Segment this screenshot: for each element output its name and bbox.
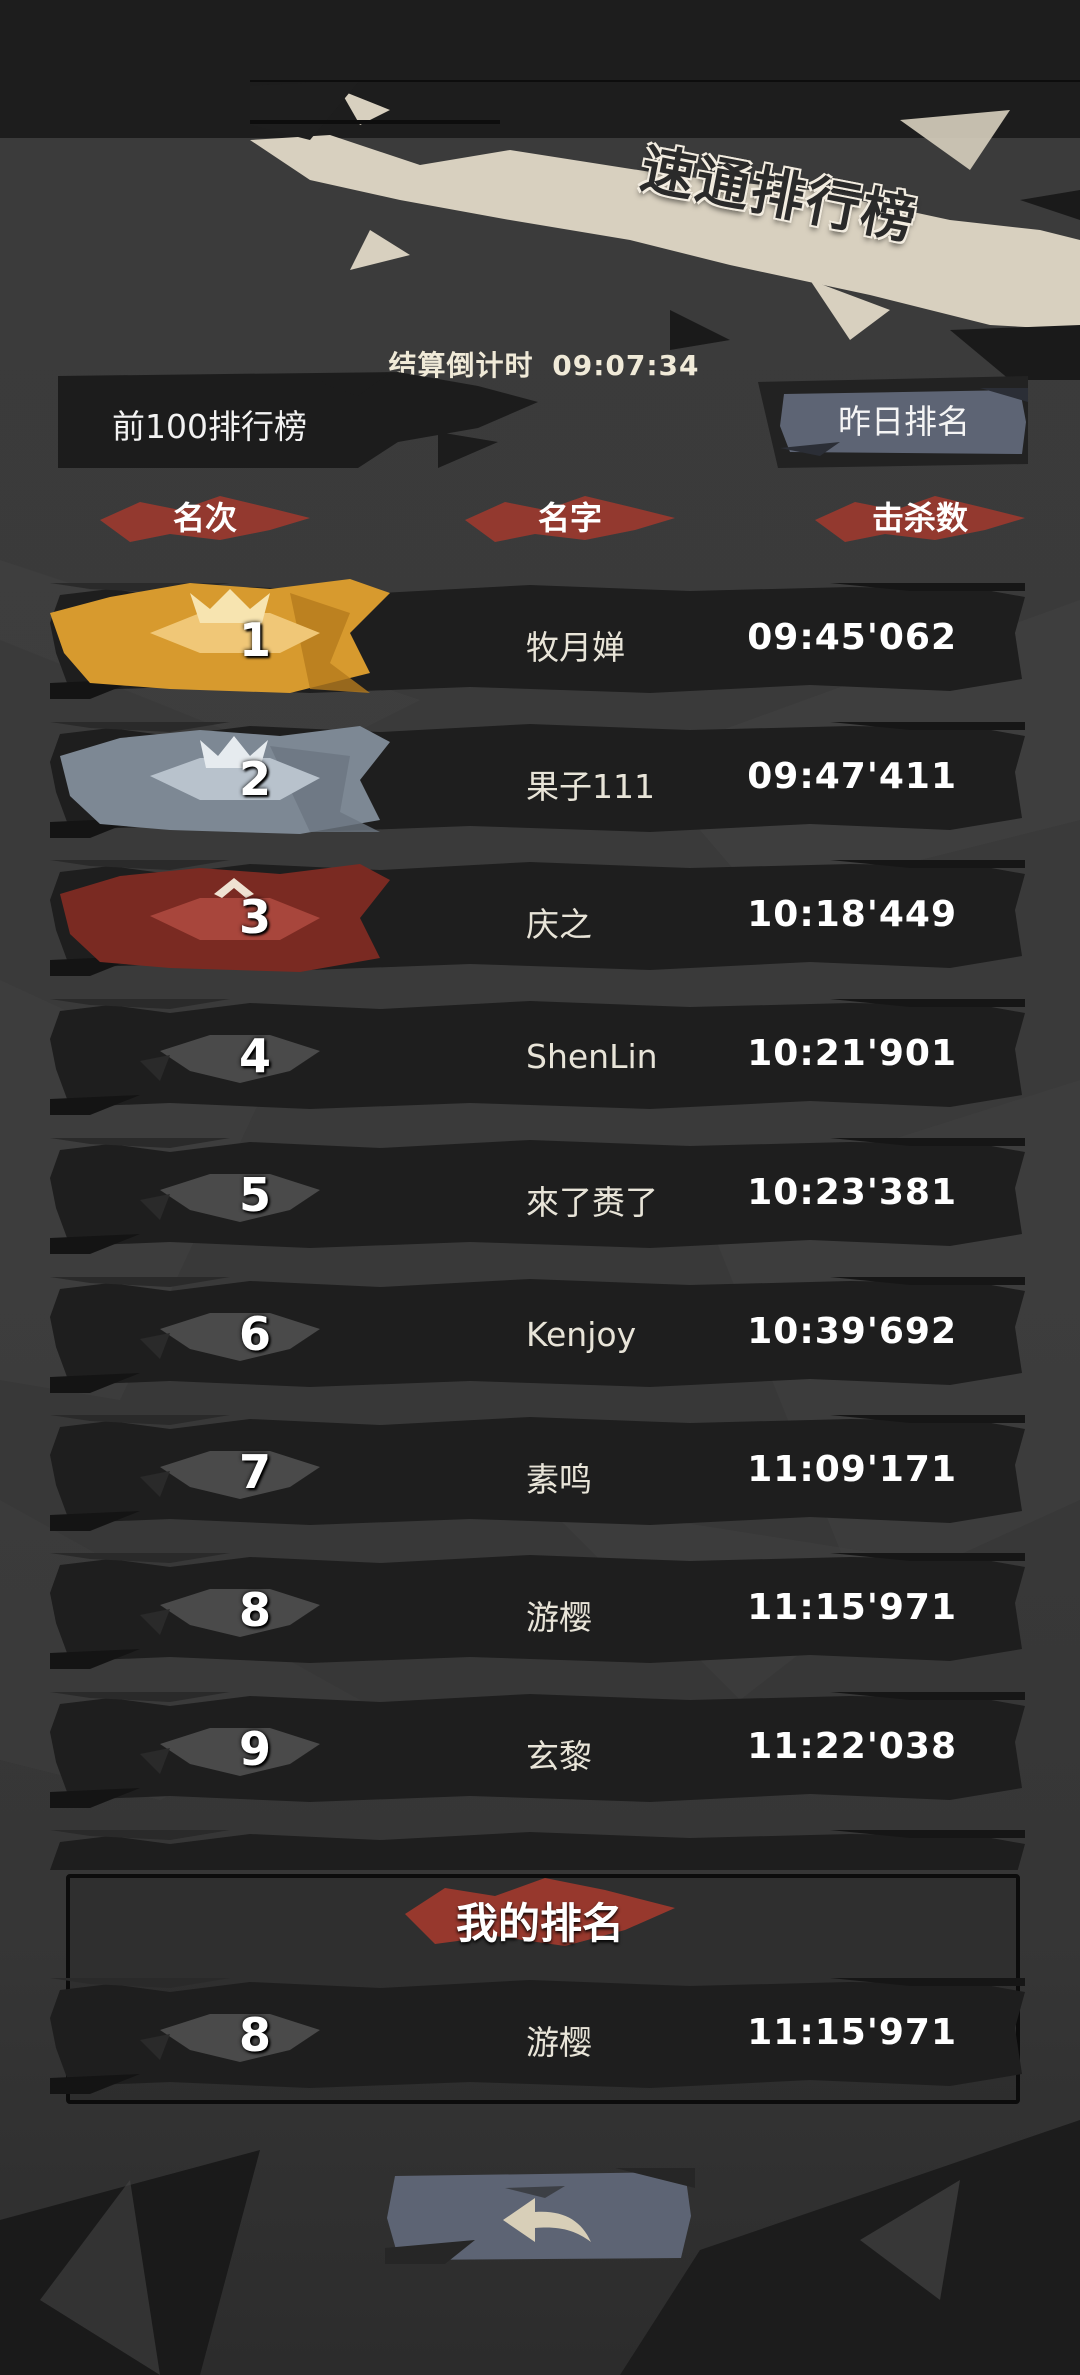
rank-number: 9: [238, 1722, 271, 1776]
ranking-row: 8 游樱 11:15'971: [50, 1978, 1025, 2094]
player-name: 玄黎: [526, 1737, 592, 1776]
yesterday-button-label: 昨日排名: [838, 402, 970, 441]
rank-number: 3: [238, 890, 271, 944]
ranking-row: 7 素鸣 11:09'171: [50, 1415, 1025, 1531]
column-header-score: 击杀数: [815, 490, 1025, 546]
player-name: ShenLin: [526, 1037, 658, 1076]
rank-number: 4: [238, 1029, 271, 1083]
ranking-row: 9 玄黎 11:22'038: [50, 1692, 1025, 1808]
back-button[interactable]: [385, 2168, 695, 2264]
column-header-rank: 名次: [100, 490, 310, 546]
player-name: 素鸣: [526, 1460, 592, 1499]
my-rank-title: 我的排名: [455, 1899, 624, 1948]
ranking-row: 5 來了赉了 10:23'381: [50, 1138, 1025, 1254]
ranking-row: 6 Kenjoy 10:39'692: [50, 1277, 1025, 1393]
leaderboard-screen: 速通排行榜 结算倒计时 09:07:34 前100排行榜 昨日排名 名次 名字: [0, 0, 1080, 2375]
rank-number: 8: [238, 2008, 271, 2062]
ranking-row: 1 牧月婵 09:45'062: [50, 579, 1025, 699]
yesterday-rank-button[interactable]: 昨日排名: [780, 388, 1028, 456]
row-background: [50, 1830, 1025, 1870]
player-score: 10:23'381: [747, 1172, 957, 1213]
rank-number: 5: [238, 1168, 271, 1222]
player-score: 11:09'171: [747, 1449, 957, 1490]
ranking-row: 2 果子111 09:47'411: [50, 722, 1025, 838]
column-header-name: 名字: [465, 490, 675, 546]
player-name: 游樱: [526, 1598, 592, 1637]
player-score: 09:47'411: [747, 756, 957, 797]
rank-number: 1: [238, 613, 271, 667]
player-score: 11:22'038: [747, 1726, 957, 1767]
ranking-row: 3 庆之 10:18'449: [50, 860, 1025, 976]
player-score: 10:18'449: [747, 894, 957, 935]
back-arrow-icon: [385, 2168, 695, 2264]
player-name: 牧月婵: [526, 628, 625, 667]
player-score: 09:45'062: [747, 617, 957, 658]
player-score: 10:39'692: [747, 1311, 957, 1352]
player-name: 果子111: [526, 767, 655, 806]
player-name: 游樱: [526, 2023, 592, 2062]
player-score: 11:15'971: [747, 1587, 957, 1628]
player-name: 來了赉了: [526, 1183, 658, 1222]
top100-tab[interactable]: 前100排行榜: [112, 400, 307, 448]
ranking-row: 4 ShenLin 10:21'901: [50, 999, 1025, 1115]
rank-number: 7: [238, 1445, 271, 1499]
player-score: 11:15'971: [747, 2012, 957, 2053]
ranking-row: 8 游樱 11:15'971: [50, 1553, 1025, 1669]
player-score: 10:21'901: [747, 1033, 957, 1074]
ranking-row-partial: [50, 1830, 1025, 1870]
player-name: Kenjoy: [526, 1315, 637, 1354]
rank-number: 2: [238, 752, 271, 806]
player-name: 庆之: [526, 905, 592, 944]
rank-number: 8: [238, 1583, 271, 1637]
rank-number: 6: [238, 1307, 271, 1361]
